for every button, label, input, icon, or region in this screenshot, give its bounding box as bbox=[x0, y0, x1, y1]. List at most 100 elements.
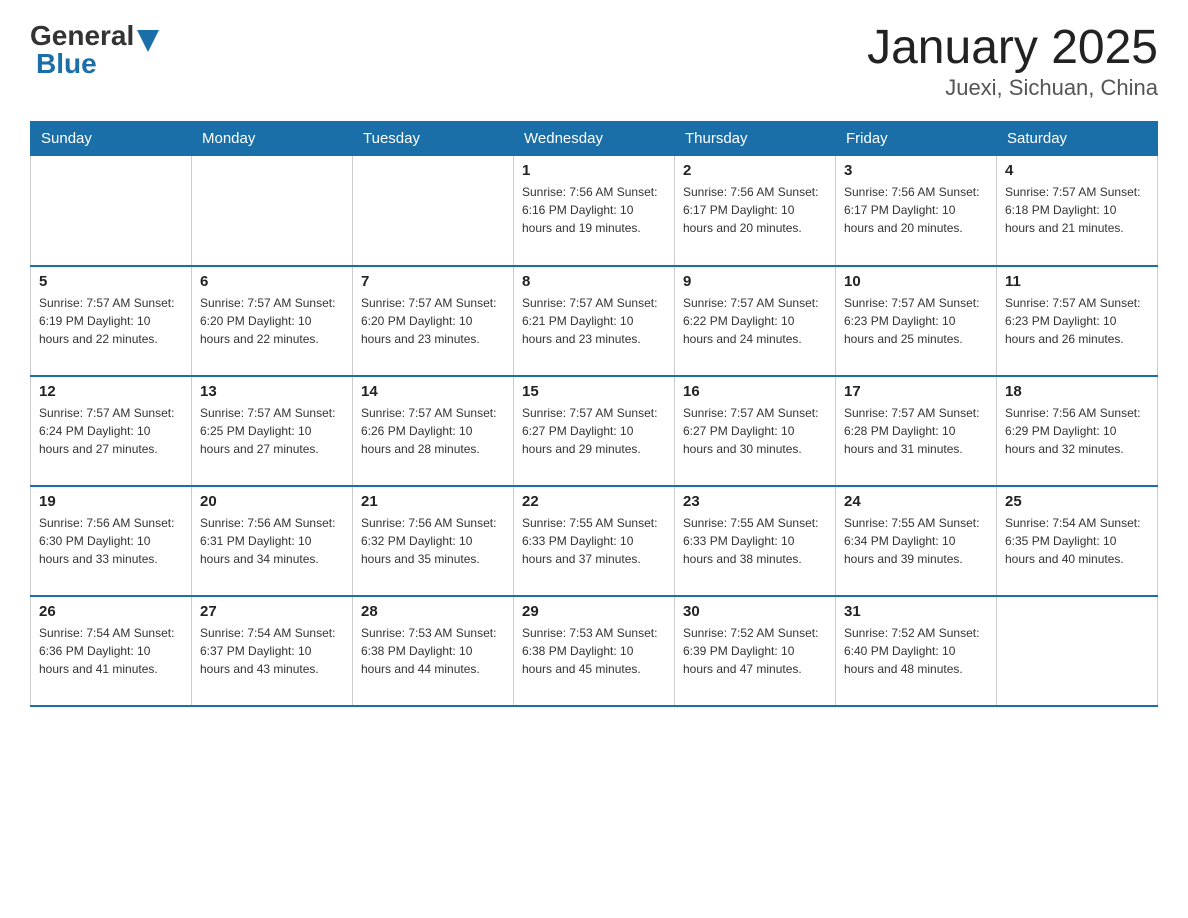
day-number: 15 bbox=[522, 383, 666, 400]
calendar-cell: 14Sunrise: 7:57 AM Sunset: 6:26 PM Dayli… bbox=[353, 376, 514, 486]
day-number: 7 bbox=[361, 273, 505, 290]
day-info: Sunrise: 7:57 AM Sunset: 6:28 PM Dayligh… bbox=[844, 404, 988, 458]
calendar-cell: 22 Sunrise: 7:55 AM Sunset: 6:33 PM Dayli… bbox=[514, 486, 675, 596]
calendar-cell: 8 Sunrise: 7:57 AM Sunset: 6:21 PM Daylig… bbox=[514, 266, 675, 376]
day-number: 4 bbox=[1005, 162, 1149, 179]
logo-blue-text: Blue bbox=[36, 48, 97, 79]
day-info: Sunrise: 7:55 AM Sunset: 6:33 PM Dayligh… bbox=[522, 514, 666, 568]
day-info: Sunrise: 7:52 AM Sunset: 6:40 PM Dayligh… bbox=[844, 624, 988, 678]
title-block: January 2025 Juexi, Sichuan, China bbox=[867, 20, 1158, 101]
header-day-wednesday: Wednesday bbox=[514, 122, 675, 156]
day-number: 9 bbox=[683, 273, 827, 290]
day-info: Sunrise: 7:52 AM Sunset: 6:39 PM Dayligh… bbox=[683, 624, 827, 678]
calendar-cell: 17 Sunrise: 7:57 AM Sunset: 6:28 PM Dayli… bbox=[836, 376, 997, 486]
calendar-cell: 21 Sunrise: 7:56 AM Sunset: 6:32 PM Dayli… bbox=[353, 486, 514, 596]
calendar-cell: 16 Sunrise: 7:57 AM Sunset: 6:27 PM Dayli… bbox=[675, 376, 836, 486]
day-info: Sunrise: 7:56 AM Sunset: 6:30 PM Dayligh… bbox=[39, 514, 183, 568]
day-number: 5 bbox=[39, 273, 183, 290]
header-day-sunday: Sunday bbox=[31, 122, 192, 156]
calendar-cell: 3 Sunrise: 7:56 AM Sunset: 6:17 PM Daylig… bbox=[836, 156, 997, 266]
day-info: Sunrise: 7:57 AM Sunset: 6:19 PM Dayligh… bbox=[39, 294, 183, 348]
day-number: 26 bbox=[39, 603, 183, 620]
day-number: 14 bbox=[361, 383, 505, 400]
day-info: Sunrise: 7:56 AM Sunset: 6:31 PM Dayligh… bbox=[200, 514, 344, 568]
header-day-saturday: Saturday bbox=[997, 122, 1158, 156]
calendar-cell: 24 Sunrise: 7:55 AM Sunset: 6:34 PM Dayli… bbox=[836, 486, 997, 596]
day-info: Sunrise: 7:54 AM Sunset: 6:35 PM Dayligh… bbox=[1005, 514, 1149, 568]
calendar-week-5: 26Sunrise: 7:54 AM Sunset: 6:36 PM Dayli… bbox=[31, 596, 1158, 706]
day-number: 8 bbox=[522, 273, 666, 290]
calendar-cell: 18 Sunrise: 7:56 AM Sunset: 6:29 PM Dayli… bbox=[997, 376, 1158, 486]
day-number: 28 bbox=[361, 603, 505, 620]
day-number: 20 bbox=[200, 493, 344, 510]
day-number: 1 bbox=[522, 162, 666, 179]
day-number: 6 bbox=[200, 273, 344, 290]
day-info: Sunrise: 7:56 AM Sunset: 6:29 PM Dayligh… bbox=[1005, 404, 1149, 458]
day-number: 3 bbox=[844, 162, 988, 179]
day-info: Sunrise: 7:57 AM Sunset: 6:27 PM Dayligh… bbox=[683, 404, 827, 458]
header-day-friday: Friday bbox=[836, 122, 997, 156]
calendar-title: January 2025 bbox=[867, 20, 1158, 75]
calendar-cell bbox=[31, 156, 192, 266]
calendar-cell: 9 Sunrise: 7:57 AM Sunset: 6:22 PM Daylig… bbox=[675, 266, 836, 376]
calendar-cell bbox=[997, 596, 1158, 706]
day-info: Sunrise: 7:57 AM Sunset: 6:20 PM Dayligh… bbox=[361, 294, 505, 348]
calendar-body: 1 Sunrise: 7:56 AM Sunset: 6:16 PM Daylig… bbox=[31, 156, 1158, 706]
header-day-thursday: Thursday bbox=[675, 122, 836, 156]
day-number: 16 bbox=[683, 383, 827, 400]
day-number: 24 bbox=[844, 493, 988, 510]
day-info: Sunrise: 7:57 AM Sunset: 6:23 PM Dayligh… bbox=[1005, 294, 1149, 348]
day-number: 10 bbox=[844, 273, 988, 290]
logo: General Blue bbox=[30, 20, 159, 80]
day-info: Sunrise: 7:54 AM Sunset: 6:37 PM Dayligh… bbox=[200, 624, 344, 678]
day-number: 12 bbox=[39, 383, 183, 400]
calendar-cell: 5 Sunrise: 7:57 AM Sunset: 6:19 PM Daylig… bbox=[31, 266, 192, 376]
day-info: Sunrise: 7:53 AM Sunset: 6:38 PM Dayligh… bbox=[522, 624, 666, 678]
day-info: Sunrise: 7:57 AM Sunset: 6:24 PM Dayligh… bbox=[39, 404, 183, 458]
calendar-cell: 30Sunrise: 7:52 AM Sunset: 6:39 PM Dayli… bbox=[675, 596, 836, 706]
calendar-cell: 19Sunrise: 7:56 AM Sunset: 6:30 PM Dayli… bbox=[31, 486, 192, 596]
calendar-week-3: 12 Sunrise: 7:57 AM Sunset: 6:24 PM Dayli… bbox=[31, 376, 1158, 486]
day-number: 27 bbox=[200, 603, 344, 620]
calendar-cell: 7 Sunrise: 7:57 AM Sunset: 6:20 PM Daylig… bbox=[353, 266, 514, 376]
day-number: 22 bbox=[522, 493, 666, 510]
calendar-cell bbox=[353, 156, 514, 266]
day-info: Sunrise: 7:55 AM Sunset: 6:33 PM Dayligh… bbox=[683, 514, 827, 568]
day-info: Sunrise: 7:57 AM Sunset: 6:20 PM Dayligh… bbox=[200, 294, 344, 348]
calendar-cell: 26Sunrise: 7:54 AM Sunset: 6:36 PM Dayli… bbox=[31, 596, 192, 706]
day-info: Sunrise: 7:57 AM Sunset: 6:18 PM Dayligh… bbox=[1005, 183, 1149, 237]
day-number: 25 bbox=[1005, 493, 1149, 510]
day-info: Sunrise: 7:56 AM Sunset: 6:17 PM Dayligh… bbox=[844, 183, 988, 237]
calendar-week-4: 19Sunrise: 7:56 AM Sunset: 6:30 PM Dayli… bbox=[31, 486, 1158, 596]
day-info: Sunrise: 7:57 AM Sunset: 6:21 PM Dayligh… bbox=[522, 294, 666, 348]
calendar-cell: 28 Sunrise: 7:53 AM Sunset: 6:38 PM Dayli… bbox=[353, 596, 514, 706]
calendar-cell: 29Sunrise: 7:53 AM Sunset: 6:38 PM Dayli… bbox=[514, 596, 675, 706]
header-day-tuesday: Tuesday bbox=[353, 122, 514, 156]
day-number: 17 bbox=[844, 383, 988, 400]
day-info: Sunrise: 7:57 AM Sunset: 6:23 PM Dayligh… bbox=[844, 294, 988, 348]
day-info: Sunrise: 7:56 AM Sunset: 6:17 PM Dayligh… bbox=[683, 183, 827, 237]
calendar-cell: 12 Sunrise: 7:57 AM Sunset: 6:24 PM Dayli… bbox=[31, 376, 192, 486]
calendar-cell: 1 Sunrise: 7:56 AM Sunset: 6:16 PM Daylig… bbox=[514, 156, 675, 266]
day-info: Sunrise: 7:55 AM Sunset: 6:34 PM Dayligh… bbox=[844, 514, 988, 568]
calendar-cell: 10 Sunrise: 7:57 AM Sunset: 6:23 PM Dayli… bbox=[836, 266, 997, 376]
calendar-cell: 20 Sunrise: 7:56 AM Sunset: 6:31 PM Dayli… bbox=[192, 486, 353, 596]
day-number: 2 bbox=[683, 162, 827, 179]
day-number: 18 bbox=[1005, 383, 1149, 400]
day-info: Sunrise: 7:56 AM Sunset: 6:16 PM Dayligh… bbox=[522, 183, 666, 237]
calendar-week-1: 1 Sunrise: 7:56 AM Sunset: 6:16 PM Daylig… bbox=[31, 156, 1158, 266]
day-info: Sunrise: 7:57 AM Sunset: 6:22 PM Dayligh… bbox=[683, 294, 827, 348]
day-number: 13 bbox=[200, 383, 344, 400]
calendar-cell: 23Sunrise: 7:55 AM Sunset: 6:33 PM Dayli… bbox=[675, 486, 836, 596]
header-row: SundayMondayTuesdayWednesdayThursdayFrid… bbox=[31, 122, 1158, 156]
calendar-cell: 11Sunrise: 7:57 AM Sunset: 6:23 PM Dayli… bbox=[997, 266, 1158, 376]
day-info: Sunrise: 7:57 AM Sunset: 6:27 PM Dayligh… bbox=[522, 404, 666, 458]
day-info: Sunrise: 7:57 AM Sunset: 6:25 PM Dayligh… bbox=[200, 404, 344, 458]
day-info: Sunrise: 7:53 AM Sunset: 6:38 PM Dayligh… bbox=[361, 624, 505, 678]
page-header: General Blue January 2025 Juexi, Sichuan… bbox=[30, 20, 1158, 101]
calendar-table: SundayMondayTuesdayWednesdayThursdayFrid… bbox=[30, 121, 1158, 707]
calendar-cell: 4 Sunrise: 7:57 AM Sunset: 6:18 PM Daylig… bbox=[997, 156, 1158, 266]
calendar-week-2: 5 Sunrise: 7:57 AM Sunset: 6:19 PM Daylig… bbox=[31, 266, 1158, 376]
day-number: 21 bbox=[361, 493, 505, 510]
day-info: Sunrise: 7:56 AM Sunset: 6:32 PM Dayligh… bbox=[361, 514, 505, 568]
